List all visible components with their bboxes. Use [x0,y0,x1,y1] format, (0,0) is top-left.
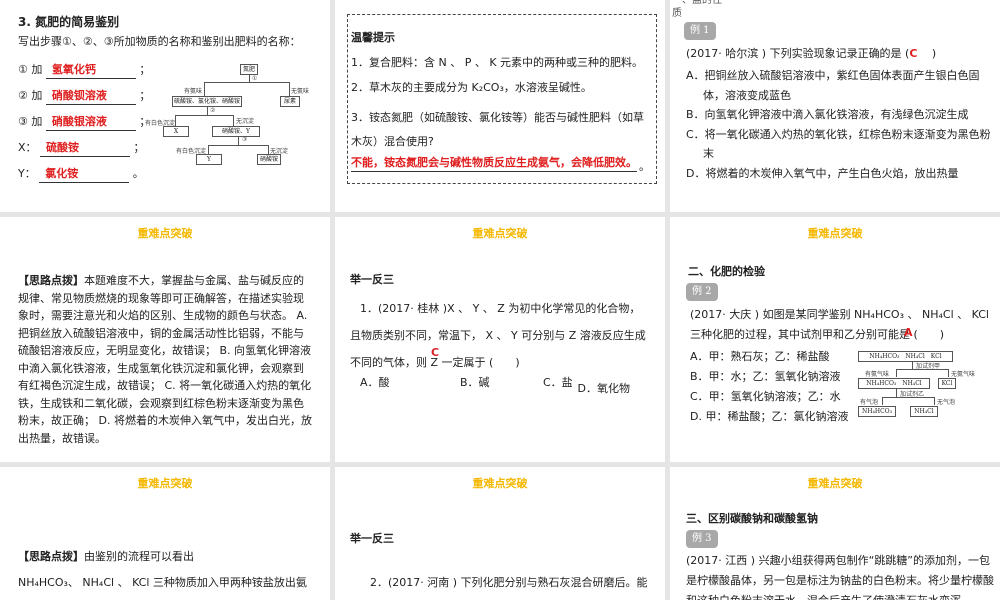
slide-thumbnail-2[interactable]: 温馨提示 1．复合肥料：含 N 、 P 、 K 元素中的两种或三种的肥料。 2．… [335,0,665,212]
slide-title: 3. 氮肥的简易鉴别 [18,15,120,29]
example-badge: 例 3 [686,530,718,548]
diagram-box: 尿素 [280,96,300,107]
tip-end: 。 [639,160,650,173]
answer-row-y: Y： 氯化铵 。 [18,166,144,183]
diagram-box: NH₄HCO₃ NH₄Cl [858,378,930,389]
question: (2017· 哈尔滨 ) 下列实验现象记录正确的是 (C ) [686,47,937,60]
slide-thumbnail-7[interactable]: 重难点突破 【思路点拨】由鉴别的流程可以看出 NH₄HCO₃、 NH₄Cl 、 … [0,467,330,600]
option-d: D．氧化物 [577,382,630,395]
answer-row-3: ③ 加 硝酸银溶液 ； [18,114,150,131]
diagram-box: 硝酸铵、Y [212,126,260,137]
example-badge: 例 2 [686,283,718,301]
practice-title: 举一反三 [350,532,394,545]
option-b: B．向氢氧化钾溶液中滴入氯化铁溶液，有浅绿色沉淀生成 [686,108,969,121]
diagram-label: 无沉淀 [236,118,255,125]
option-c: C．将一氧化碳通入灼热的氧化铁，红棕色粉末逐渐变为黑色粉末 [686,127,991,161]
section-title: 三、区别碳酸钠和碳酸氢钠 [686,512,818,525]
diagram-label: 无氨气味 [951,371,976,378]
slide-thumbnail-3[interactable]: 一、盐的性质 例 1 (2017· 哈尔滨 ) 下列实验现象记录正确的是 (C … [670,0,1000,212]
practice-title: 举一反三 [350,273,394,286]
slide-thumbnail-1[interactable]: 3. 氮肥的简易鉴别 写出步骤①、②、③所加物质的名称和鉴别出肥料的名称： ① … [0,0,330,212]
tip-3: 3．铵态氮肥（如硫酸铵、氯化铵等）能否与碱性肥料（如草木灰）混合使用? [351,111,644,148]
section-title: 二、化肥的检验 [688,265,765,278]
slide-header: 重难点突破 [137,227,193,240]
tip-answer: 不能，铵态氮肥会与碱性物质反应生成氨气，会降低肥效。 [351,156,637,169]
option-d: D. 甲：稀盐酸；乙：氯化钠溶液 [690,410,849,423]
diagram-label: 有气泡 [860,399,879,406]
option-a: A．甲：熟石灰；乙：稀盐酸 [690,350,830,363]
diagram-box: NH₄Cl [910,406,938,417]
tip-2: 2．草木灰的主要成分为 K₂CO₃，水溶液呈碱性。 [351,81,592,94]
diagram-label: 有氨味 [184,88,203,95]
tip-1: 1．复合肥料：含 N 、 P 、 K 元素中的两种或三种的肥料。 [351,56,644,69]
option-c: C．甲：氢氧化钠溶液；乙：水 [690,390,841,403]
slide-header: 重难点突破 [807,227,863,240]
diagram-box: KCl [938,378,956,389]
slide-thumbnail-9[interactable]: 重难点突破 三、区别碳酸钠和碳酸氢钠 例 3 (2017· 江西 ) 兴趣小组获… [670,467,1000,600]
diagram-label: 无氨味 [291,88,310,95]
question: 1．(2017· 桂林 )X 、 Y 、 Z 为初中化学常见的化合物，且物质类别… [350,302,646,369]
slide-header: 重难点突破 [137,477,193,490]
slide-header: 重难点突破 [807,477,863,490]
diagram-box: 硝酸铵 [257,154,281,165]
options: A．把铜丝放入硫酸铝溶液中，紫红色固体表面产生银白色固体，溶液变成蓝色 B．向氢… [686,66,991,183]
option-a: A．把铜丝放入硫酸铝溶液中，紫红色固体表面产生银白色固体，溶液变成蓝色 [686,69,980,102]
instruction: 写出步骤①、②、③所加物质的名称和鉴别出肥料的名称： [18,35,301,48]
diagram-label: 有氨气味 [865,371,890,378]
answer-row-x: X： 硫酸铵 ； [18,140,145,157]
answer-mark: A [904,326,913,339]
analysis-continued: NH₄HCO₃、 NH₄Cl 、 KCl 三种物质加入甲两种铵盐放出氨 [18,576,307,589]
answer-row-2: ② 加 硝酸钡溶液 ； [18,88,150,105]
diagram-box: X [163,126,189,137]
slide-thumbnail-5[interactable]: 重难点突破 举一反三 1．(2017· 桂林 )X 、 Y 、 Z 为初中化学常… [335,217,665,462]
diagram-box: NH₄HCO₃ [858,406,896,417]
analysis: 【思路点拨】本题难度不大，掌握盐与金属、盐与碱反应的规律、常见物质燃烧的现象等即… [18,274,312,445]
question: 2．(2017· 河南 ) 下列化肥分别与熟石灰混合研磨后。能 [370,576,648,589]
diagram-label: ① [252,75,258,82]
answer-row-1: ① 加 氢氧化钙 ； [18,62,150,79]
slide-header: 重难点突破 [472,477,528,490]
example-badge: 例 1 [684,22,716,40]
section-title: 一、盐的性质 [672,0,722,19]
options: A．甲：熟石灰；乙：稀盐酸 B．甲：水；乙：氢氧化钠溶液 C．甲：氢氧化钠溶液；… [690,347,848,427]
analysis: 【思路点拨】由鉴别的流程可以看出 [18,550,194,563]
slide-thumbnail-4[interactable]: 重难点突破 【思路点拨】本题难度不大，掌握盐与金属、盐与碱反应的规律、常见物质燃… [0,217,330,462]
question: (2017· 大庆 ) 如图是某同学鉴别 NH₄HCO₃ 、 NH₄Cl 、 K… [690,308,989,341]
diagram-label: ③ [242,136,248,143]
answer-mark: C [431,346,440,359]
question: (2017· 江西 ) 兴趣小组获得两包制作“跳跳糖”的添加剂，一包是柠檬酸晶体… [686,554,994,600]
option-b: B．甲：水；乙：氢氧化钠溶液 [690,370,841,383]
diagram-box: Y [196,154,222,165]
diagram-label: ② [210,107,216,114]
slide-thumbnail-8[interactable]: 重难点突破 举一反三 2．(2017· 河南 ) 下列化肥分别与熟石灰混合研磨后… [335,467,665,600]
diagram-label: 无气泡 [937,399,956,406]
slide-header: 重难点突破 [472,227,528,240]
slide-thumbnail-6[interactable]: 重难点突破 二、化肥的检验 例 2 (2017· 大庆 ) 如图是某同学鉴别 N… [670,217,1000,462]
tip-title: 温馨提示 [351,31,395,44]
option-d: D．将燃着的木炭伸入氧气中，产生白色火焰，放出热量 [686,166,959,180]
